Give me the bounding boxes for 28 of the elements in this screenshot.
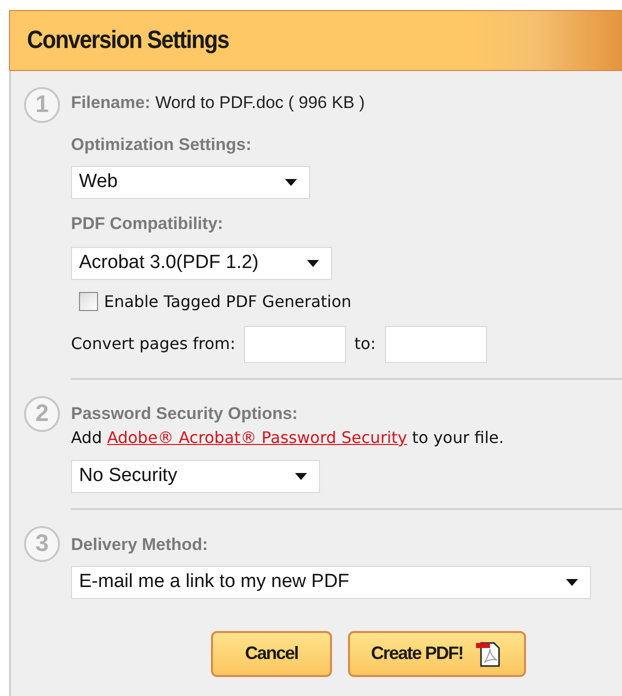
caret-icon: [285, 179, 297, 186]
checkbox-box[interactable]: [79, 292, 98, 311]
tagged-pdf-checkbox[interactable]: Enable Tagged PDF Generation: [79, 290, 487, 314]
dropdown[interactable]: No Security: [71, 460, 320, 493]
caret-icon: [295, 473, 307, 480]
field-label: to:: [354, 333, 376, 355]
field-label: PDF Compatibility:: [71, 213, 224, 235]
create-pdf-button[interactable]: Create PDF!: [348, 630, 526, 676]
caret-icon: [566, 578, 578, 586]
dropdown[interactable]: Web: [71, 166, 310, 199]
password-security-link[interactable]: Adobe® Acrobat® Password Security: [107, 428, 408, 447]
field-label: Delivery Method:: [71, 534, 209, 556]
caret-icon: [307, 260, 319, 266]
security-note: Add Adobe® Acrobat® Password Security to your file.: [71, 427, 504, 449]
input-field[interactable]: [244, 326, 346, 362]
dropdown[interactable]: Acrobat 3.0(PDF 1.2): [71, 246, 332, 280]
step-number: 1: [24, 87, 60, 123]
field-label: Convert pages from:: [71, 333, 236, 355]
field-label: Filename:: [71, 92, 150, 114]
dropdown[interactable]: E-mail me a link to my new PDF: [71, 566, 591, 598]
field-label: Optimization Settings:: [71, 134, 252, 156]
panel-title: Conversion Settings: [27, 24, 229, 56]
step-number: 2: [24, 396, 60, 432]
input-field[interactable]: [384, 326, 487, 362]
cancel-button[interactable]: Cancel: [211, 630, 332, 676]
field-label: Password Security Options:: [71, 402, 299, 424]
filename-value: Word to PDF.doc ( 996 KB ): [155, 92, 365, 114]
step-number: 3: [24, 526, 60, 562]
